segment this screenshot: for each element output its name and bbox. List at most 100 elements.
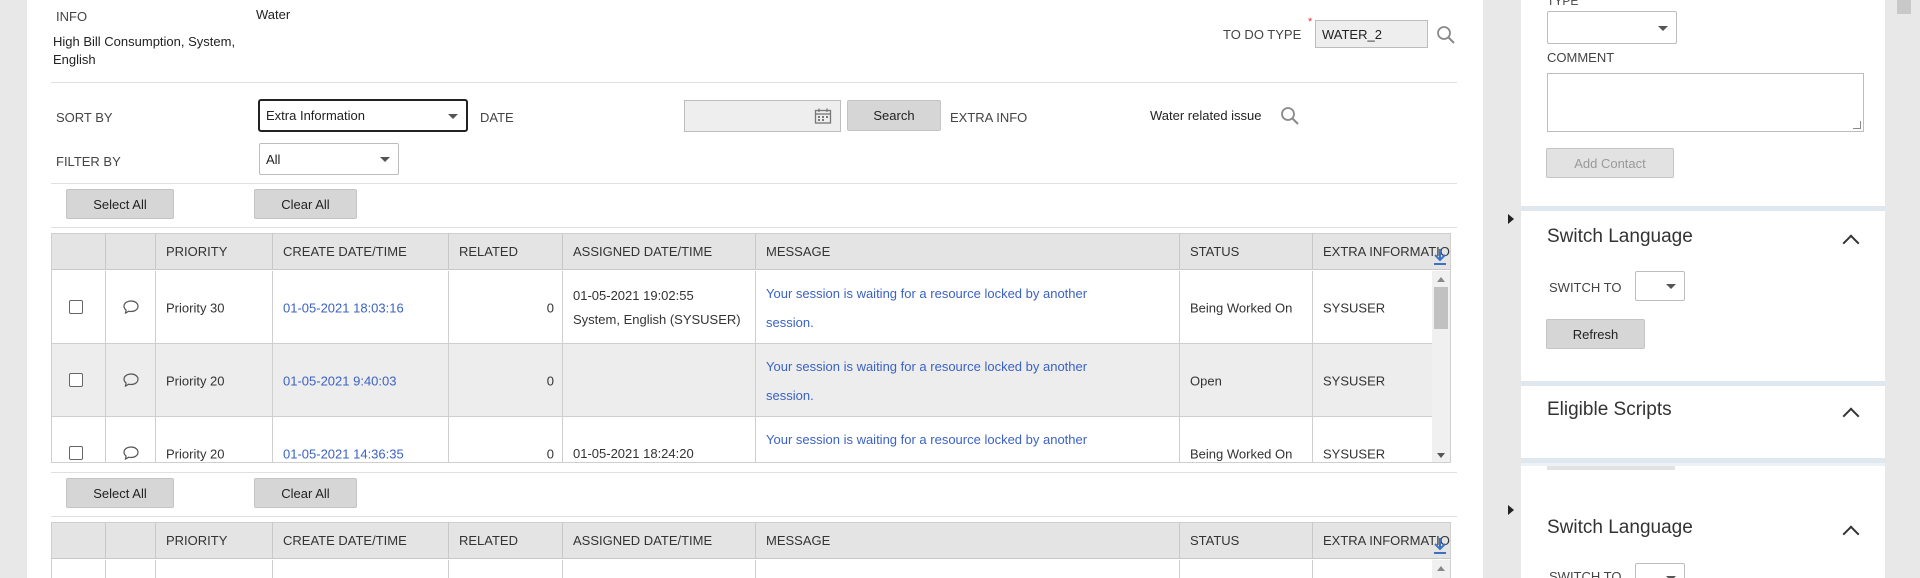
page-gutter [1885,0,1920,578]
collapse-handle-icon[interactable] [1508,214,1514,224]
table-row[interactable]: Priority 20 01-05-2021 14:36:35 0 01-05-… [52,417,1434,463]
create-date-link[interactable]: 01-05-2021 9:40:03 [283,373,440,388]
column-header[interactable]: RELATED [449,234,563,270]
chevron-down-icon [380,157,390,162]
search-icon[interactable] [1280,106,1300,126]
filter-by-select[interactable]: All [259,143,399,175]
switch-to-label: SWITCH TO [1549,569,1622,578]
message-link[interactable]: Your session is waiting for a resource l… [766,425,1119,463]
scroll-up-icon[interactable] [1437,566,1445,571]
type-label: TYPE [1547,0,1579,8]
resize-grip-icon[interactable] [1853,121,1861,129]
column-header[interactable]: MESSAGE [756,234,1180,270]
column-header[interactable]: CREATE DATE/TIME [273,234,449,270]
table-row[interactable]: Priority 30 01-05-2021 18:03:16 0 01-05-… [52,271,1434,344]
scroll-thumb[interactable] [1434,287,1448,329]
sort-by-select[interactable]: Extra Information [258,99,468,132]
download-icon[interactable] [1432,537,1448,555]
filter-by-label: FILTER BY [56,154,121,169]
extra-info-value: Water related issue [1150,108,1262,123]
extra-info-cell: SYSUSER [1323,373,1386,388]
chevron-up-icon[interactable] [1842,234,1860,252]
select-all-button[interactable]: Select All [66,478,174,508]
main-panel: INFO Water High Bill Consumption, System… [27,0,1483,578]
header-icon-col [106,234,156,270]
related-cell: 0 [546,446,554,461]
chevron-up-icon[interactable] [1842,525,1860,543]
create-date-link[interactable]: 01-05-2021 18:03:16 [283,300,440,315]
eligible-scripts-section: Eligible Scripts [1521,386,1885,470]
refresh-button[interactable]: Refresh [1546,319,1645,349]
column-header[interactable]: STATUS [1180,234,1313,270]
search-button[interactable]: Search [847,100,941,131]
calendar-icon[interactable] [814,108,832,124]
comment-icon[interactable] [123,446,139,461]
column-header[interactable]: STATUS [1180,523,1313,559]
filter-by-value: All [266,151,281,167]
column-header[interactable]: CREATE DATE/TIME [273,523,449,559]
assigned-by-cell: System, English (SYSUSER) [573,311,741,327]
message-link[interactable]: Your session is waiting for a resource l… [766,352,1119,410]
table-row[interactable]: Priority 20 01-05-2021 9:40:03 0 Your se… [52,344,1434,417]
sort-by-label: SORT BY [56,110,113,125]
info-value: High Bill Consumption, System, English [53,34,236,67]
collapse-handle-icon[interactable] [1508,505,1514,515]
date-input[interactable] [684,100,841,132]
column-header[interactable]: PRIORITY [156,523,273,559]
extra-info-label: EXTRA INFO [950,110,1028,125]
comment-icon[interactable] [123,300,139,315]
status-cell: Open [1190,373,1222,388]
row-checkbox[interactable] [69,373,83,387]
status-cell: Being Worked On [1190,446,1293,461]
search-icon[interactable] [1436,25,1456,45]
grid-scrollbar[interactable] [1432,560,1450,578]
scroll-up-icon[interactable] [1437,277,1445,282]
info-type: Water [256,7,291,22]
column-header[interactable]: RELATED [449,523,563,559]
comment-icon[interactable] [123,373,139,388]
todo-grid: PRIORITY CREATE DATE/TIME RELATED ASSIGN… [51,233,1451,463]
truncated-button [1547,466,1675,470]
page-scroll-thumb[interactable] [1897,0,1911,14]
row-checkbox[interactable] [69,300,83,314]
divider [51,472,1457,473]
sort-by-value: Extra Information [266,108,365,123]
grid-scrollbar[interactable] [1432,271,1450,462]
column-header[interactable]: ASSIGNED DATE/TIME [563,523,756,559]
chevron-down-icon [1666,284,1676,289]
download-icon[interactable] [1432,248,1448,266]
create-date-link[interactable]: 01-05-2021 14:36:35 [283,446,440,461]
related-cell: 0 [546,300,554,315]
grid-header: PRIORITY CREATE DATE/TIME RELATED ASSIGN… [52,234,1450,270]
date-label: DATE [480,110,514,125]
table-row[interactable] [52,560,1434,578]
column-header[interactable]: EXTRA INFORMATION [1313,523,1450,559]
clear-all-button[interactable]: Clear All [254,478,357,508]
todo-grid: PRIORITY CREATE DATE/TIME RELATED ASSIGN… [51,522,1451,578]
todo-type-label: TO DO TYPE [1223,27,1302,42]
comment-textarea[interactable] [1547,73,1864,132]
assigned-date-cell: 01-05-2021 18:24:20 [573,445,694,461]
switch-to-select[interactable] [1635,563,1685,578]
chevron-up-icon[interactable] [1842,407,1860,425]
column-header[interactable]: PRIORITY [156,234,273,270]
extra-info-cell: SYSUSER [1323,446,1386,461]
scroll-down-icon[interactable] [1437,453,1445,458]
chevron-down-icon [448,113,458,119]
switch-to-select[interactable] [1635,271,1685,301]
priority-cell: Priority 20 [166,446,225,461]
column-header[interactable]: MESSAGE [756,523,1180,559]
add-contact-button[interactable]: Add Contact [1546,148,1674,178]
select-all-button[interactable]: Select All [66,189,174,219]
assigned-date-cell: 01-05-2021 19:02:55 [573,287,694,303]
message-link[interactable]: Your session is waiting for a resource l… [766,279,1119,337]
clear-all-button[interactable]: Clear All [254,189,357,219]
divider [51,82,1457,83]
row-checkbox[interactable] [69,446,83,460]
type-select[interactable] [1547,11,1677,44]
todo-type-input[interactable]: WATER_2 [1315,20,1428,48]
column-header[interactable]: ASSIGNED DATE/TIME [563,234,756,270]
column-header[interactable]: EXTRA INFORMATION [1313,234,1450,270]
switch-language-section: Switch Language SWITCH TO [1521,497,1885,578]
sidebar: TYPE COMMENT Add Contact Switch Language… [1521,0,1885,578]
